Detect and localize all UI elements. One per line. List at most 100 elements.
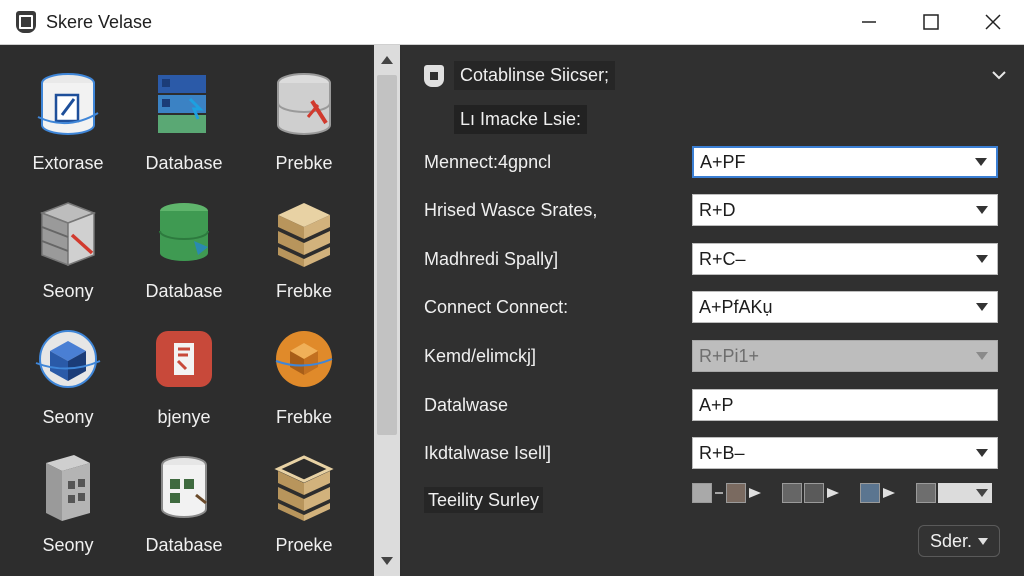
dropdown-field[interactable]: R+C–: [692, 243, 998, 275]
dropdown-arrow-icon[interactable]: [967, 303, 997, 311]
chevron-down-icon: [992, 71, 1006, 80]
maximize-icon: [923, 14, 939, 30]
title-bar: Skere Velase: [0, 0, 1024, 45]
dropdown-field[interactable]: A+PF: [692, 146, 998, 178]
tile-frebke[interactable]: Frebke: [244, 317, 364, 437]
tile-label: Proeke: [275, 535, 333, 555]
blue-cube-icon: [35, 330, 101, 388]
sder-dropdown-button[interactable]: Sder.: [918, 525, 1000, 557]
swatch-select[interactable]: [938, 483, 992, 503]
tile-bjenye[interactable]: bjenye: [124, 317, 244, 437]
close-button[interactable]: [962, 0, 1024, 44]
tile-extorase[interactable]: Extorase: [8, 63, 128, 183]
window-controls: [838, 0, 1024, 44]
tile-label: bjenye: [157, 407, 211, 427]
color-swatch[interactable]: [726, 483, 746, 503]
scroll-up-button[interactable]: [374, 47, 400, 73]
tile-database[interactable]: Database: [124, 191, 244, 311]
field-row: Connect Connect: A+PfAKụ: [424, 290, 1000, 324]
red-document-icon: [156, 331, 212, 387]
scroll-down-button[interactable]: [374, 548, 400, 574]
dropdown-arrow-icon[interactable]: [967, 449, 997, 457]
color-swatch[interactable]: [860, 483, 880, 503]
field-label: Teeility Surley: [424, 486, 692, 513]
tile-database[interactable]: Database: [124, 445, 244, 565]
cylinder-doc-icon: [37, 73, 99, 135]
field-row: Kemd/elimckj] R+Pi1+: [424, 339, 1000, 373]
tile-frebke[interactable]: Frebke: [244, 191, 364, 311]
color-swatch[interactable]: [804, 483, 824, 503]
caret-down-icon: [976, 489, 988, 497]
tile-label: Prebke: [275, 153, 333, 173]
field-label: Mennect:4gpncl: [424, 151, 552, 172]
close-icon: [985, 14, 1001, 30]
tile-label: Seony: [42, 407, 94, 427]
tile-seony[interactable]: Seony: [8, 317, 128, 437]
swatch-dropdown[interactable]: [916, 483, 992, 503]
field-value: R+B–: [699, 442, 745, 463]
layered-box-icon: [278, 203, 330, 267]
stacked-database-icon: [158, 75, 206, 133]
caret-down-icon: [381, 557, 393, 565]
section-title: Cotablinse Siicser;: [454, 61, 616, 90]
tile-seony[interactable]: Seony: [8, 445, 128, 565]
scroll-thumb[interactable]: [377, 75, 397, 435]
arrow-right-icon: [827, 488, 839, 498]
color-swatch[interactable]: [692, 483, 712, 503]
properties-panel: Cotablinse Siicser; Lı Imacke Lsie: Menn…: [402, 45, 1024, 576]
tile-label: Database: [145, 535, 223, 555]
field-value: A+PfAKụ: [699, 296, 773, 317]
swatch-group[interactable]: [860, 483, 896, 503]
dropdown-field[interactable]: R+D: [692, 194, 998, 226]
field-label: Kemd/elimckj]: [424, 345, 537, 366]
dropdown-field[interactable]: A+PfAKụ: [692, 291, 998, 323]
field-value: A+PF: [700, 151, 746, 172]
tile-prebke[interactable]: Prebke: [244, 63, 364, 183]
tile-seony[interactable]: Seony: [8, 191, 128, 311]
orange-sphere-icon: [275, 331, 333, 387]
field-row: Mennect:4gpncl A+PF: [424, 145, 1000, 179]
swatch-group[interactable]: [782, 483, 840, 503]
tool-swatches: [692, 483, 992, 503]
tile-label: Database: [145, 153, 223, 173]
dropdown-arrow-icon[interactable]: [966, 158, 996, 166]
color-swatch[interactable]: [916, 483, 936, 503]
server-stack-icon: [39, 202, 97, 267]
tile-label: Extorase: [32, 153, 104, 173]
field-row: Hrised Wasce Srates, R+D: [424, 193, 1000, 227]
field-value: A+P: [699, 394, 734, 415]
maximize-button[interactable]: [900, 0, 962, 44]
field-value: R+C–: [699, 248, 746, 269]
minimize-button[interactable]: [838, 0, 900, 44]
dropdown-arrow-icon[interactable]: [967, 206, 997, 214]
arrow-right-icon: [883, 488, 895, 498]
subheader-label: Lı Imacke Lsie:: [454, 105, 588, 134]
plant-database-icon: [161, 456, 207, 518]
tile-label: Seony: [42, 535, 94, 555]
field-row: Ikdtalwase Isell] R+B–: [424, 436, 1000, 470]
field-label: Madhredi Spally]: [424, 248, 559, 269]
dropdown-field[interactable]: R+B–: [692, 437, 998, 469]
swatch-group[interactable]: [692, 483, 762, 503]
app-icon: [16, 11, 36, 33]
field-row: Datalwase A+P: [424, 388, 1000, 422]
minimize-icon: [862, 21, 876, 23]
field-row: Madhredi Spally] R+C–: [424, 242, 1000, 276]
section-header[interactable]: Cotablinse Siicser;: [424, 61, 616, 90]
dropdown-arrow-icon[interactable]: [967, 255, 997, 263]
tile-proeke[interactable]: Proeke: [244, 445, 364, 565]
arrow-right-icon: [749, 488, 761, 498]
collapse-button[interactable]: [992, 67, 1006, 85]
color-swatch[interactable]: [782, 483, 802, 503]
vertical-scrollbar[interactable]: [374, 45, 400, 576]
dropdown-field-disabled: R+Pi1+: [692, 340, 998, 372]
building-icon: [46, 455, 90, 521]
tile-database[interactable]: Database: [124, 63, 244, 183]
field-value: R+D: [699, 199, 736, 220]
caret-up-icon: [381, 56, 393, 64]
icon-grid-panel: Extorase Database Prebke Seony Database …: [0, 45, 372, 576]
field-label: Hrised Wasce Srates,: [424, 199, 598, 220]
window-title: Skere Velase: [46, 11, 153, 32]
tile-label: Database: [145, 281, 223, 301]
text-input-field[interactable]: A+P: [692, 389, 998, 421]
